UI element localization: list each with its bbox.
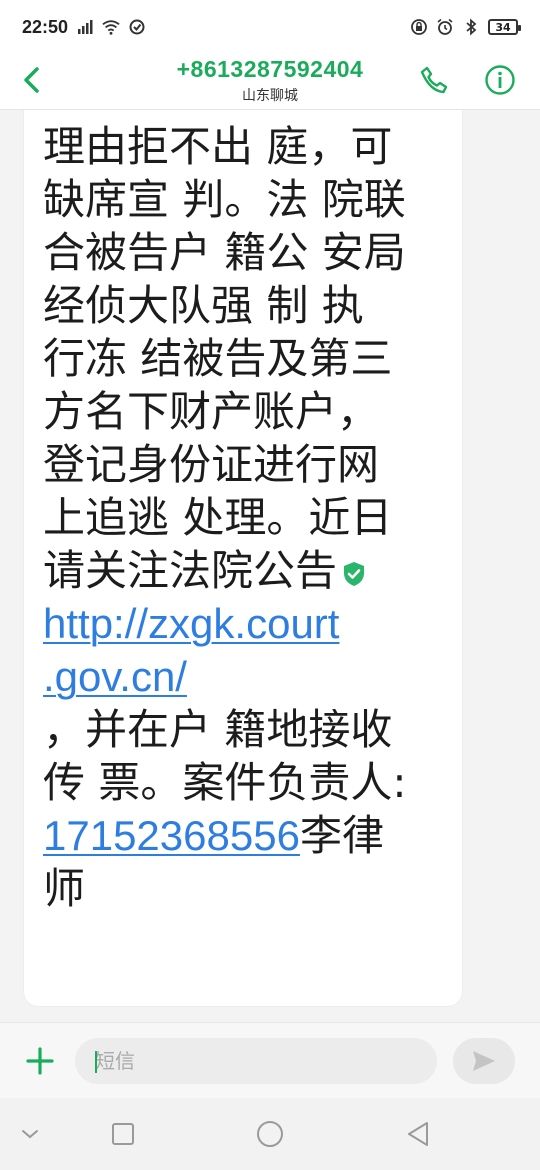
status-time: 22:50 [22,16,69,37]
shield-check-icon [344,561,365,586]
message-input[interactable] [75,1038,437,1084]
message-line: 师 [43,864,86,913]
message-line: 上追逃 处理。近日 [43,493,393,542]
phone-icon [420,66,448,94]
message-line: 缺席宣 判。法 院联 [43,175,406,224]
status-left: 22:50 [22,17,146,38]
message-line: 理由拒不出 庭，可 [43,122,393,171]
message-line: 合被告户 籍公 安局 [43,228,406,277]
sms-conversation-screen: 22:50 34 +8613287592404 山东聊城 理由拒不出 庭，可 缺… [0,0,540,1170]
nav-recents-icon [112,1123,134,1145]
lock-icon [411,19,427,35]
battery-indicator: 34 [488,19,521,35]
message-line-with-shield: 请关注法院公告 [43,544,450,597]
conversation-header: +8613287592404 山东聊城 [0,54,540,110]
info-icon [485,65,515,95]
back-icon [24,67,39,93]
message-line: 经侦大队强 制 执 [43,281,364,330]
nav-hide-button[interactable] [12,1118,48,1150]
alarm-icon [437,18,453,35]
status-right: 34 [410,18,521,36]
url-link[interactable]: http://zxgk.court [43,600,339,647]
signal-icon [78,20,93,34]
info-button[interactable] [480,60,520,100]
plus-icon [26,1047,54,1075]
contact-info[interactable]: +8613287592404 山东聊城 [120,56,420,105]
message-line: .gov.cn/ [43,650,450,703]
nav-back-button[interactable] [400,1118,436,1150]
send-button[interactable] [453,1038,515,1084]
compose-bar [0,1022,540,1098]
status-bar: 22:50 34 [0,0,540,54]
message-line: 登记身份证进行网 [43,440,380,489]
message-line: 行冻 结被告及第三 [43,334,393,383]
message-line: 请关注法院公告 [43,546,338,595]
message-line: 17152368556李律 [43,809,450,862]
back-button[interactable] [14,60,50,100]
text-cursor [95,1051,97,1073]
contact-region: 山东聊城 [242,88,298,104]
nav-down-icon [22,1130,38,1139]
system-navigation-bar [0,1098,540,1170]
message-text: 李律 [299,811,384,860]
nav-home-icon [257,1121,283,1147]
phone-number-link[interactable]: 17152368556 [43,812,300,859]
bluetooth-icon [466,18,477,36]
wifi-icon [102,20,120,35]
message-line: 传 票。案件负责人: [43,758,407,807]
url-link-continued[interactable]: .gov.cn/ [43,653,187,700]
message-list[interactable]: 理由拒不出 庭，可 缺席宣 判。法 院联 合被告户 籍公 安局 经侦大队强 制 … [0,110,540,1022]
contact-number: +8613287592404 [176,56,364,82]
battery-level: 34 [495,20,511,34]
nav-home-button[interactable] [252,1118,288,1150]
message-line: ，并在户 籍地接收 [43,705,393,754]
message-bubble[interactable]: 理由拒不出 庭，可 缺席宣 判。法 院联 合被告户 籍公 安局 经侦大队强 制 … [24,110,462,1006]
nav-back-icon [408,1122,428,1146]
message-line: 方名下财产账户， [43,387,380,436]
send-icon [473,1051,495,1071]
call-button[interactable] [414,60,454,100]
data-saver-icon [129,19,145,35]
nav-recents-button[interactable] [105,1118,141,1150]
message-line: http://zxgk.court [43,597,450,650]
add-attachment-button[interactable] [20,1041,60,1081]
